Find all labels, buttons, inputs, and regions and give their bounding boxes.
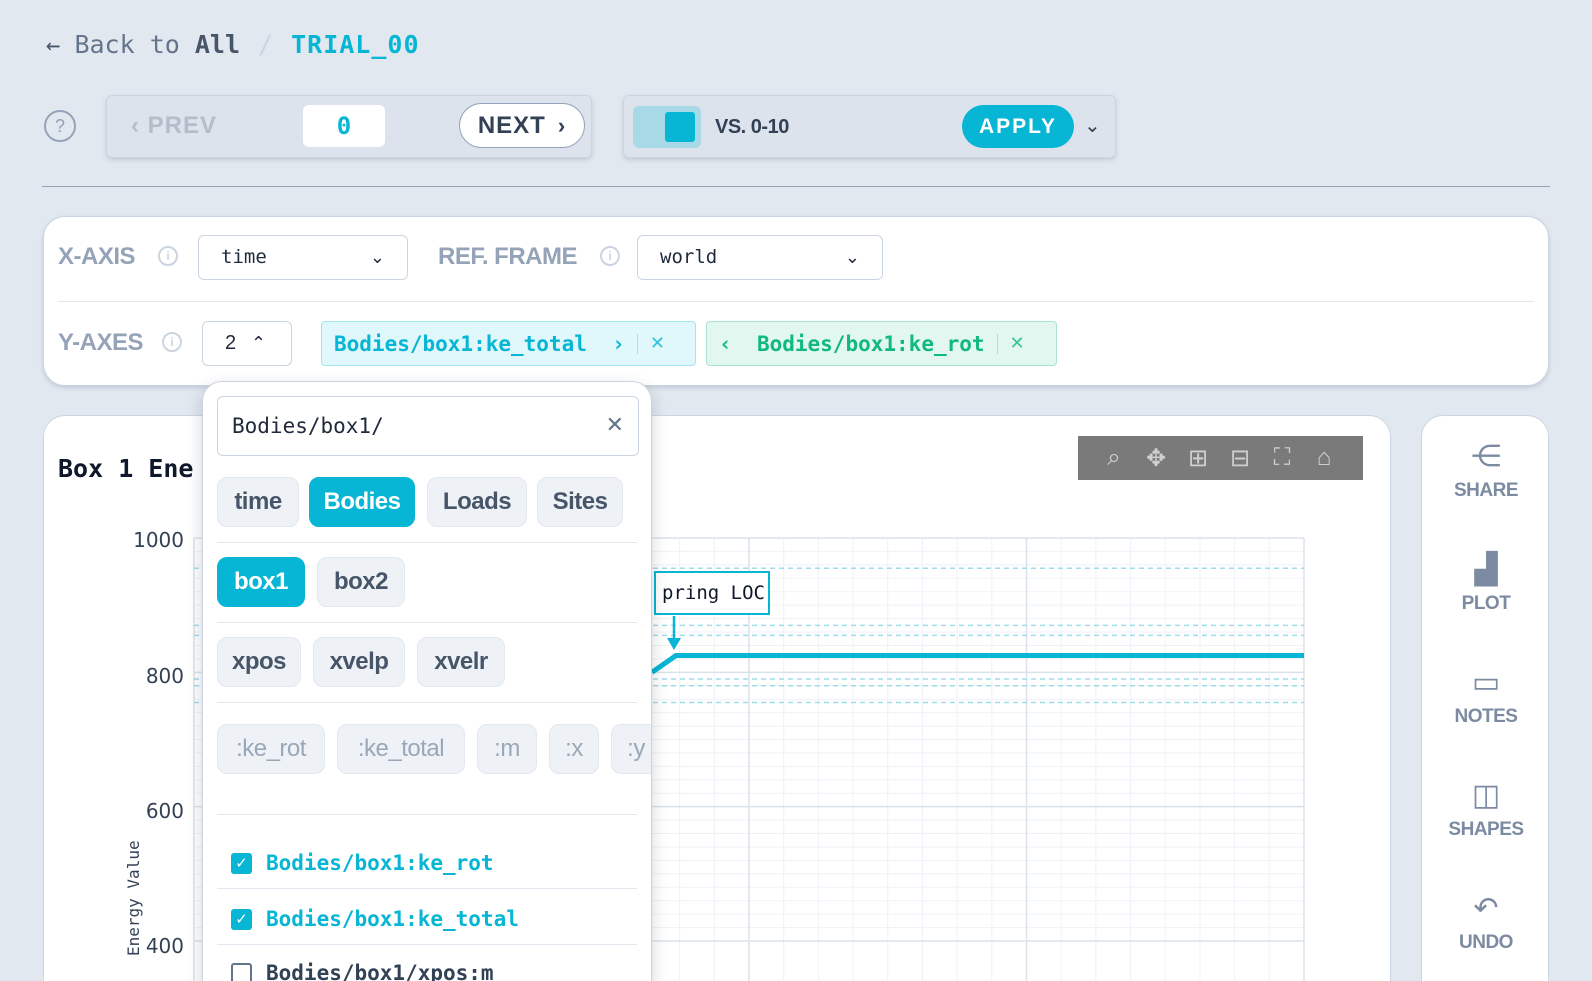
prev-button[interactable]: ‹ PREV (131, 112, 217, 140)
x-axis-label: X-AXIS (58, 243, 136, 270)
notes-label: NOTES (1454, 706, 1518, 727)
chevron-left-icon[interactable]: ‹ (719, 332, 732, 356)
notes-button[interactable]: ▭ NOTES (1422, 664, 1550, 728)
y-axis-tag-ke-rot[interactable]: ‹ Bodies/box1:ke_rot ✕ (706, 321, 1057, 366)
ref-frame-select[interactable]: world ⌄ (637, 235, 883, 280)
y-axis-tag-ke-total[interactable]: Bodies/box1:ke_total › ✕ (321, 321, 696, 366)
axes-panel: X-AXIS i time ⌄ REF. FRAME i world ⌄ Y-AXE… (43, 216, 1549, 386)
y-tick-label: 1000 (133, 528, 184, 552)
checkbox-unchecked-icon[interactable] (231, 962, 252, 981)
y-axes-count-select[interactable]: 2 ⌃ (202, 321, 292, 366)
chip-xvelr[interactable]: xvelr (417, 637, 505, 687)
check-row-ke-rot[interactable]: ✓ Bodies/box1:ke_rot (231, 851, 494, 875)
undo-icon: ↶ (1473, 892, 1499, 925)
next-button[interactable]: NEXT › (459, 103, 585, 148)
apply-button[interactable]: APPLY (962, 105, 1074, 148)
x-axis-select[interactable]: time ⌄ (198, 235, 408, 280)
y-tick-label: 800 (145, 664, 184, 688)
remove-tag-icon[interactable]: ✕ (1010, 333, 1025, 354)
side-rail: ⋲ SHARE ▟ PLOT ▭ NOTES ◫ SHAPES ↶ UNDO (1421, 415, 1549, 981)
chevron-down-icon[interactable]: ⌄ (1084, 113, 1101, 138)
y-tick-label: 600 (145, 799, 184, 823)
shapes-label: SHAPES (1448, 819, 1524, 840)
chip-bodies[interactable]: Bodies (309, 477, 415, 527)
compare-toggle[interactable] (633, 106, 701, 148)
chip-sites[interactable]: Sites (537, 477, 623, 527)
x-axis-info-icon[interactable]: i (158, 246, 178, 266)
share-icon: ⋲ (1471, 440, 1501, 473)
clear-icon[interactable]: ✕ (606, 397, 624, 455)
chevron-up-icon: ⌃ (251, 333, 267, 353)
trial-name: TRIAL_00 (291, 30, 420, 59)
shapes-button[interactable]: ◫ SHAPES (1422, 777, 1550, 841)
chevron-right-icon[interactable]: › (612, 332, 625, 356)
chip-loads[interactable]: Loads (427, 477, 527, 527)
chip-x[interactable]: :x (549, 724, 599, 774)
chip-m[interactable]: :m (477, 724, 537, 774)
chip-y[interactable]: :y (611, 724, 651, 774)
shapes-icon: ◫ (1471, 779, 1501, 812)
dropdown-divider (217, 542, 637, 543)
check-row-ke-total[interactable]: ✓ Bodies/box1:ke_total (231, 907, 519, 931)
signal-picker-dropdown: Bodies/box1/✕ time Bodies Loads Sites bo… (202, 381, 652, 981)
undo-label: UNDO (1459, 932, 1513, 953)
undo-button[interactable]: ↶ UNDO (1422, 890, 1550, 954)
tag-separator (996, 333, 998, 354)
y-axes-info-icon[interactable]: i (162, 332, 182, 352)
chart-icon: ▟ (1474, 553, 1498, 586)
ref-frame-info-icon[interactable]: i (600, 246, 620, 266)
dropdown-divider (217, 814, 637, 815)
toggle-knob (665, 112, 695, 142)
y-axes-label: Y-AXES (58, 329, 144, 356)
annotation-arrowhead (667, 638, 681, 650)
chevron-down-icon: ⌄ (369, 247, 385, 268)
chip-xvelp[interactable]: xvelp (313, 637, 405, 687)
check-row-xpos-m[interactable]: Bodies/box1/xpos:m (231, 961, 494, 981)
chart-annotation[interactable]: pring LOC (654, 571, 770, 615)
compare-controls: VS. 0-10 APPLY ⌄ (623, 95, 1116, 158)
trial-navigator: ‹ PREV 0 NEXT › (106, 95, 592, 158)
series-line (650, 653, 1304, 675)
chevron-right-icon: › (557, 112, 567, 138)
dropdown-divider (217, 702, 637, 703)
breadcrumb: ← Back to All / TRIAL_00 (46, 30, 420, 59)
back-link[interactable]: Back to All (74, 30, 240, 59)
back-arrow-icon[interactable]: ← (46, 31, 60, 59)
chip-ke-rot[interactable]: :ke_rot (217, 724, 325, 774)
dropdown-divider (217, 622, 637, 623)
plot-button[interactable]: ▟ PLOT (1422, 551, 1550, 615)
share-label: SHARE (1453, 480, 1519, 501)
chip-ke-total[interactable]: :ke_total (337, 724, 465, 774)
trial-index-input[interactable]: 0 (303, 105, 385, 147)
help-icon[interactable]: ? (44, 110, 76, 142)
chevron-down-icon: ⌄ (844, 247, 860, 268)
signal-search-input[interactable]: Bodies/box1/✕ (217, 396, 639, 456)
axes-divider (58, 301, 1534, 302)
tag-separator (636, 333, 638, 354)
breadcrumb-separator: / (258, 30, 274, 59)
dropdown-divider (217, 888, 637, 889)
chip-xpos[interactable]: xpos (217, 637, 301, 687)
chip-box1[interactable]: box1 (217, 557, 305, 607)
remove-tag-icon[interactable]: ✕ (650, 333, 665, 354)
dropdown-divider (217, 944, 637, 945)
divider (42, 186, 1550, 187)
checkbox-checked-icon[interactable]: ✓ (231, 852, 252, 874)
ref-frame-label: REF. FRAME (438, 243, 578, 270)
chip-time[interactable]: time (217, 477, 299, 527)
y-axis-title: Energy Value (124, 840, 143, 956)
share-button[interactable]: ⋲ SHARE (1422, 438, 1550, 502)
vs-range-label: VS. 0-10 (715, 116, 789, 138)
notes-icon: ▭ (1471, 666, 1501, 699)
chip-box2[interactable]: box2 (317, 557, 405, 607)
plot-label: PLOT (1461, 593, 1511, 614)
checkbox-checked-icon[interactable]: ✓ (231, 908, 252, 930)
